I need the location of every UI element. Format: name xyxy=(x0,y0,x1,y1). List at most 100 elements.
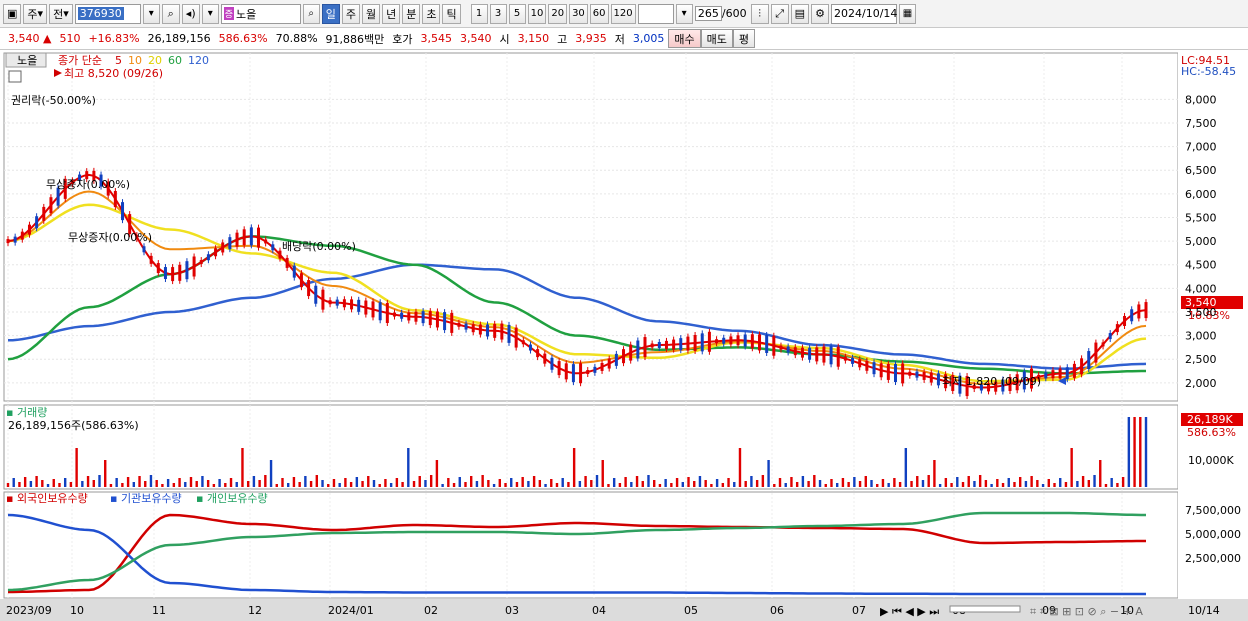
dropdown-icon[interactable]: ▾ xyxy=(142,3,160,24)
volume-bar xyxy=(1144,417,1148,487)
settings-icon[interactable]: ⚙ xyxy=(811,3,830,24)
dropdown-icon[interactable]: ▾ xyxy=(675,3,693,24)
volume-bar xyxy=(161,484,164,487)
volume-bar xyxy=(1121,477,1125,487)
candle-body xyxy=(299,273,303,288)
period-year[interactable]: 년 xyxy=(382,3,401,24)
candle-body xyxy=(1108,333,1112,340)
volume-bar xyxy=(670,483,673,487)
zoom-slider[interactable] xyxy=(949,605,1021,613)
avg-button[interactable]: 평 xyxy=(732,29,756,48)
type-select[interactable]: 주 ▾ xyxy=(23,3,48,24)
candle-body xyxy=(1087,351,1091,370)
num-button-120[interactable]: 120 xyxy=(610,3,636,24)
volume-bar xyxy=(710,484,713,487)
candle-body xyxy=(342,299,346,308)
volume-bar xyxy=(344,478,347,487)
volume-bar xyxy=(510,478,513,487)
candle-icon[interactable]: ⫶ xyxy=(750,3,769,24)
num-button-1[interactable]: 1 xyxy=(470,3,488,24)
candle-body xyxy=(521,340,525,345)
volume-bar xyxy=(178,478,181,487)
period-icon[interactable]: ⤢ xyxy=(770,3,789,24)
price-axis-label: 2,500 xyxy=(1185,353,1217,366)
volume-bar xyxy=(315,475,319,487)
period-tick[interactable]: 틱 xyxy=(442,3,461,24)
candle-body xyxy=(249,227,253,246)
save-icon[interactable]: ▤ xyxy=(790,3,810,24)
candle-body xyxy=(800,347,804,358)
candle-body xyxy=(822,346,826,363)
volume-bar xyxy=(1064,482,1068,487)
volume-bar xyxy=(978,475,982,487)
search-icon[interactable]: ⌕ xyxy=(302,3,320,24)
tools-icon[interactable]: ⌗ ⌗ ⊠ ⊞ ⊡ ⊘ ⌕ − + A xyxy=(1030,605,1143,618)
prev-button[interactable]: 전 ▾ xyxy=(49,3,73,24)
candle-body xyxy=(808,347,812,360)
x-axis-label: 12 xyxy=(248,604,262,617)
num-button-3[interactable]: 3 xyxy=(489,3,507,24)
candle-body xyxy=(743,334,747,347)
stock-code-input[interactable]: 376930 xyxy=(74,3,141,24)
volume-bar xyxy=(184,482,187,487)
candle-body xyxy=(271,244,275,251)
volume-bar xyxy=(898,482,902,487)
date-input[interactable]: 2024/10/14 xyxy=(831,3,897,24)
num-button-5[interactable]: 5 xyxy=(508,3,526,24)
period-second[interactable]: 초 xyxy=(422,3,441,24)
volume-bar xyxy=(921,480,925,487)
volume-bar xyxy=(412,481,416,487)
period-minute[interactable]: 분 xyxy=(402,3,421,24)
period-month[interactable]: 월 xyxy=(361,3,381,24)
candle-body xyxy=(292,265,296,278)
calendar-icon[interactable]: ▦ xyxy=(899,3,917,24)
volume-bar xyxy=(304,476,307,487)
candle-body xyxy=(42,206,46,221)
change: 510 xyxy=(59,32,81,45)
speaker-icon[interactable]: ◂) xyxy=(181,3,200,24)
scroll-right-icon[interactable]: ▶ ⏮ ◀ ▶ ⏭ xyxy=(880,605,939,618)
num-button-60[interactable]: 60 xyxy=(589,3,609,24)
num-button-30[interactable]: 30 xyxy=(569,3,588,24)
stock-chart[interactable]: 노을 종가 단순 5 10 20 60 120 최고 8,520 (09/26)… xyxy=(0,51,1248,621)
layout-icon[interactable]: ▣ xyxy=(3,3,22,24)
volume-bar xyxy=(281,478,284,487)
volume-bar xyxy=(212,484,216,487)
candle-body xyxy=(314,285,318,304)
volume-bar xyxy=(361,481,364,487)
volume-bar xyxy=(767,460,770,487)
candle-body xyxy=(1094,342,1098,363)
price-panel xyxy=(3,52,1179,402)
stock-name-field[interactable]: 증 노을 xyxy=(220,3,301,24)
legend-foreign: ▪ 외국인보유수량 xyxy=(6,492,88,505)
volume-bar xyxy=(1024,481,1028,487)
count-field[interactable]: 265/600 xyxy=(694,4,749,24)
candle-body xyxy=(421,311,425,324)
legend-ma5: 5 xyxy=(115,54,122,67)
stock-tab-label: 노을 xyxy=(17,54,37,67)
candle-body xyxy=(1101,342,1105,347)
candle-body xyxy=(557,361,561,376)
table-icon[interactable] xyxy=(8,70,22,83)
low-label: 저 xyxy=(614,32,625,46)
candle-body xyxy=(564,363,568,380)
dropdown-icon[interactable]: ▾ xyxy=(201,3,219,24)
candle-body xyxy=(629,344,633,361)
price-axis-label: 7,000 xyxy=(1185,141,1217,154)
volume-bar xyxy=(287,483,290,487)
volume-bar xyxy=(538,480,542,487)
num-button-20[interactable]: 20 xyxy=(548,3,568,24)
period-day[interactable]: 일 xyxy=(321,3,340,24)
period-week[interactable]: 주 xyxy=(341,3,360,24)
candle-body xyxy=(593,366,597,373)
sell-button[interactable]: 매도 xyxy=(700,29,733,48)
interval-select[interactable] xyxy=(637,3,674,24)
candle-body xyxy=(428,311,432,326)
volume-bar xyxy=(847,482,850,487)
candle-body xyxy=(142,246,146,253)
buy-button[interactable]: 매수 xyxy=(668,29,701,48)
search-icon[interactable]: ⌕ xyxy=(161,3,180,24)
volume-bar xyxy=(1053,483,1056,487)
num-button-10[interactable]: 10 xyxy=(527,3,547,24)
volume-bar xyxy=(1018,477,1022,487)
